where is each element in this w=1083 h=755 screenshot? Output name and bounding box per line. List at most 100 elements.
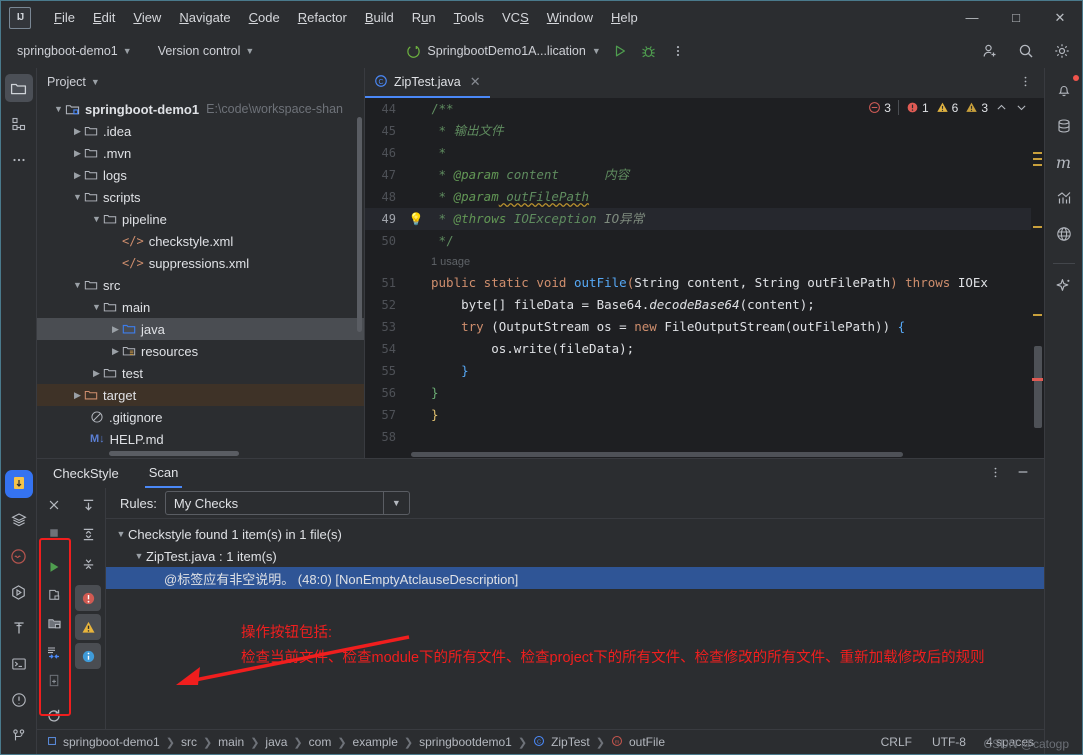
breadcrumb-item-3[interactable]: java [265,735,287,749]
checkstyle-options-button[interactable] [989,466,1002,482]
tree-row-springboot-demo1[interactable]: ▼ springboot-demo1 E:\code\workspace-sha… [37,98,364,120]
sidebar-item-notifications[interactable] [1050,75,1079,104]
chevron-down-icon[interactable]: ▼ [114,529,128,539]
sidebar-item-database[interactable] [1050,112,1078,140]
tree-row-idea[interactable]: ▶ .idea [37,120,364,142]
stripe-marker-error[interactable] [1032,378,1043,381]
weak-warning-count[interactable]: 3 [965,101,988,115]
sidebar-item-problems[interactable] [5,542,33,570]
debug-button[interactable] [639,41,659,61]
tree-row-main[interactable]: ▼ main [37,296,364,318]
chevron-right-icon[interactable]: ▶ [71,126,84,137]
warning-count[interactable]: 6 [936,101,958,115]
error-stripe-marker-bar[interactable] [1031,98,1044,458]
next-problem-button[interactable] [1015,101,1028,114]
intention-bulb-icon[interactable]: 💡 [405,208,427,230]
menu-vcs[interactable]: VCS [493,7,538,28]
chevron-down-icon[interactable]: ▼ [71,192,84,202]
sidebar-item-web[interactable] [1050,220,1078,248]
sidebar-item-build[interactable] [5,614,33,642]
menu-run[interactable]: Run [403,7,445,28]
tree-row-src[interactable]: ▼ src [37,274,364,296]
chevron-right-icon[interactable]: ▶ [71,148,84,159]
chevron-right-icon[interactable]: ▶ [109,346,122,357]
run-configuration-selector[interactable]: SpringbootDemo1A...lication ▼ [406,44,601,59]
tree-row-suppressions-xml[interactable]: </> suppressions.xml [37,252,364,274]
checkstyle-hide-button[interactable] [1016,465,1030,482]
stripe-marker-warning[interactable] [1033,164,1042,166]
breadcrumb-item-6[interactable]: springbootdemo1 [419,735,512,749]
sidebar-item-checkstyle[interactable] [4,470,33,498]
checkstyle-filter-warnings-button[interactable] [75,614,101,640]
editor-options-button[interactable] [1007,75,1044,91]
menu-file[interactable]: File [45,7,84,28]
more-actions-button[interactable] [668,41,688,61]
chevron-down-icon[interactable]: ▼ [91,77,100,87]
search-everywhere-button[interactable] [1016,41,1036,61]
checkstyle-results-tree[interactable]: ▼ Checkstyle found 1 item(s) in 1 file(s… [106,518,1044,729]
sidebar-item-terminal[interactable] [5,650,33,678]
tree-row-scripts[interactable]: ▼ scripts [37,186,364,208]
checkstyle-close-button[interactable] [41,492,67,517]
run-button[interactable] [610,41,630,61]
checkstyle-scroll-to-source-button[interactable] [75,492,101,518]
chevron-right-icon[interactable]: ▶ [71,390,84,401]
menu-code[interactable]: Code [240,7,289,28]
settings-button[interactable] [1052,41,1072,61]
chevron-down-icon[interactable]: ▼ [90,302,103,312]
close-icon[interactable]: ✕ [1038,1,1082,34]
sidebar-item-run[interactable] [5,578,33,606]
stripe-marker-warning[interactable] [1033,226,1042,228]
editor-tab-ziptest[interactable]: C ZipTest.java ✕ [365,68,490,98]
tree-row-gitignore[interactable]: .gitignore [37,406,364,428]
breadcrumb-item-4[interactable]: com [309,735,332,749]
menu-navigate[interactable]: Navigate [170,7,239,28]
tree-row-mvn[interactable]: ▶ .mvn [37,142,364,164]
chevron-down-icon[interactable]: ▼ [382,492,409,514]
chevron-down-icon[interactable]: ▼ [71,280,84,290]
tree-row-pipeline[interactable]: ▼ pipeline [37,208,364,230]
chevron-right-icon[interactable]: ▶ [71,170,84,181]
usage-hint[interactable]: 1 usage [427,252,470,272]
chevron-down-icon[interactable]: ▼ [132,551,146,561]
deprecated-count[interactable]: 3 [868,101,891,115]
close-icon[interactable]: ✕ [470,74,481,90]
editor-vertical-scrollbar[interactable] [1034,346,1042,428]
sidebar-item-notifications[interactable] [5,686,33,714]
result-row-file[interactable]: ▼ ZipTest.java : 1 item(s) [106,545,1044,567]
chevron-down-icon[interactable]: ▼ [90,214,103,224]
stripe-marker-warning[interactable] [1033,152,1042,154]
menu-refactor[interactable]: Refactor [289,7,356,28]
breadcrumb-item-1[interactable]: src [181,735,197,749]
tree-row-target[interactable]: ▶ target [37,384,364,406]
maximize-icon[interactable]: □ [994,1,1038,34]
sidebar-item-profiler[interactable] [1050,184,1078,212]
tree-row-java[interactable]: ▶ java [37,318,364,340]
breadcrumb-item-8[interactable]: outFile [629,735,665,749]
menu-view[interactable]: View [124,7,170,28]
result-row-violation[interactable]: @标签应有非空说明。 (48:0) [NonEmptyAtclauseDescr… [106,567,1044,589]
share-project-button[interactable] [980,41,1000,61]
breadcrumb-item-7[interactable]: ZipTest [551,735,590,749]
tree-row-test[interactable]: ▶ test [37,362,364,384]
rules-select[interactable]: My Checks ▼ [164,491,410,515]
sidebar-item-structure[interactable] [5,110,33,138]
sidebar-item-ai-assistant[interactable] [1050,271,1078,299]
previous-problem-button[interactable] [995,101,1008,114]
tree-row-checkstyle-xml[interactable]: </> checkstyle.xml [37,230,364,252]
breadcrumb-item-2[interactable]: main [218,735,244,749]
stripe-marker-warning[interactable] [1033,158,1042,160]
tree-row-resources[interactable]: ▶ resources [37,340,364,362]
sidebar-item-project[interactable] [4,74,33,102]
tree-row-help-md[interactable]: M↓ HELP.md [37,428,364,450]
tab-scan[interactable]: Scan [144,459,183,488]
chevron-right-icon[interactable]: ▶ [109,324,122,335]
error-count[interactable]: 1 [906,101,929,115]
sidebar-item-more[interactable] [5,146,33,174]
version-control-selector[interactable]: Version control ▼ [152,41,261,61]
sidebar-item-maven[interactable]: m [1050,148,1078,176]
menu-edit[interactable]: Edit [84,7,124,28]
project-tree-vertical-scrollbar[interactable] [357,117,362,332]
stripe-marker-warning[interactable] [1033,314,1042,316]
checkstyle-collapse-all-button[interactable] [75,550,101,576]
